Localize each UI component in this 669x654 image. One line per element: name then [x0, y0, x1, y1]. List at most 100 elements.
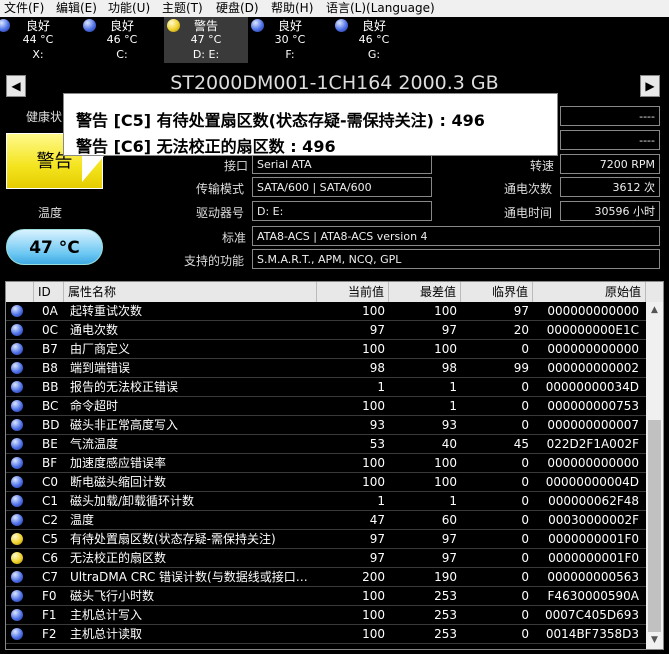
attr-id: C5 — [42, 532, 59, 546]
attr-id: C6 — [42, 551, 59, 565]
table-row[interactable]: C5 有待处置扇区数(状态存疑-需保持关注) 97 97 0 0000000001F0 — [6, 530, 646, 549]
table-row[interactable]: B7 由厂商定义 100 100 0 000000000000 — [6, 340, 646, 359]
attr-current: 97 — [369, 532, 385, 546]
menu-theme[interactable]: 主题(T) — [162, 1, 203, 15]
table-row[interactable]: F1 主机总计写入 100 253 0 0007C405D693 — [6, 606, 646, 625]
menu-file[interactable]: 文件(F) — [4, 1, 44, 15]
scroll-down-icon[interactable]: ▼ — [646, 632, 663, 649]
attr-threshold: 45 — [513, 437, 529, 451]
table-row[interactable]: BC 命令超时 100 1 0 000000000753 — [6, 397, 646, 416]
smart-table: ID 属性名称 当前值 最差值 临界值 原始值 0A 起转重试次数 100 100 97… — [5, 281, 664, 650]
features-value: S.M.A.R.T., APM, NCQ, GPL — [252, 249, 660, 269]
status-dot-icon — [11, 609, 23, 621]
attr-worst: 1 — [449, 494, 457, 508]
drive-tab-c[interactable]: 良好 46 °C C: — [80, 17, 164, 63]
attr-current: 93 — [369, 418, 385, 432]
attr-current: 100 — [362, 608, 385, 622]
status-dot-icon — [11, 343, 23, 355]
attr-current: 100 — [362, 589, 385, 603]
drive-tab-f[interactable]: 良好 30 °C F: — [248, 17, 332, 63]
drive-status: 良好 — [109, 19, 134, 33]
attr-threshold: 0 — [521, 570, 529, 584]
attr-raw: 0000000001F0 — [548, 551, 639, 565]
attr-raw: 000000000563 — [547, 570, 639, 584]
scroll-thumb[interactable] — [648, 420, 661, 632]
header-current[interactable]: 当前值 — [317, 282, 389, 302]
features-label: 支持的功能 — [184, 254, 245, 268]
header-status[interactable] — [6, 282, 34, 302]
attr-threshold: 0 — [521, 608, 529, 622]
table-row[interactable]: C0 断电磁头缩回计数 100 100 0 00000000004D — [6, 473, 646, 492]
drive-temp: 30 °C — [274, 33, 306, 46]
drive-tab-d[interactable]: 警告 47 °C D: E: — [164, 17, 248, 63]
attr-current: 53 — [369, 437, 385, 451]
table-row[interactable]: 0C 通电次数 97 97 20 000000000E1C — [6, 321, 646, 340]
drive-letter: F: — [285, 48, 295, 61]
menu-disk[interactable]: 硬盘(D) — [216, 1, 259, 15]
scroll-up-icon[interactable]: ▲ — [646, 302, 663, 319]
table-row[interactable]: BD 磁头非正常高度写入 93 93 0 000000000007 — [6, 416, 646, 435]
next-disk-button[interactable]: ▶ — [640, 75, 660, 97]
table-row[interactable]: F0 磁头飞行小时数 100 253 0 F4630000590A — [6, 587, 646, 606]
table-row[interactable]: BF 加速度感应错误率 100 100 0 000000000000 — [6, 454, 646, 473]
drive-tab-x[interactable]: 良好 44 °C X: — [0, 17, 76, 63]
tooltip-line-2: 警告 [C6] 无法校正的扇区数 : 496 — [76, 137, 336, 156]
attr-name: 磁头加载/卸载循环计数 — [70, 494, 195, 508]
health-label: 健康状 — [26, 110, 63, 124]
attr-raw: F4630000590A — [547, 589, 639, 603]
header-id[interactable]: ID — [34, 282, 64, 302]
attr-threshold: 0 — [521, 456, 529, 470]
header-worst[interactable]: 最差值 — [389, 282, 461, 302]
menu-edit[interactable]: 编辑(E) — [56, 1, 97, 15]
attr-name: 温度 — [70, 513, 95, 527]
table-header: ID 属性名称 当前值 最差值 临界值 原始值 — [6, 282, 663, 302]
table-row[interactable]: C1 磁头加载/卸载循环计数 1 1 0 000000062F48 — [6, 492, 646, 511]
attr-current: 100 — [362, 342, 385, 356]
tooltip-line-1: 警告 [C5] 有待处置扇区数(状态存疑-需保持关注) : 496 — [76, 111, 485, 130]
table-row[interactable]: C2 温度 47 60 0 00030000002F — [6, 511, 646, 530]
attr-threshold: 0 — [521, 532, 529, 546]
table-row[interactable]: F2 主机总计读取 100 253 0 0014BF7358D3 — [6, 625, 646, 644]
attr-id: C0 — [42, 475, 59, 489]
attr-raw: 000000000002 — [547, 361, 639, 375]
menu-function[interactable]: 功能(U) — [108, 1, 150, 15]
attr-raw: 00000000004D — [545, 475, 639, 489]
status-dot-icon — [11, 305, 23, 317]
attr-name: 加速度感应错误率 — [70, 456, 167, 470]
attr-worst: 100 — [434, 304, 457, 318]
status-dot-icon — [11, 628, 23, 640]
attr-current: 100 — [362, 627, 385, 641]
status-dot-icon — [11, 324, 23, 336]
attr-threshold: 99 — [513, 361, 529, 375]
menu-language[interactable]: 语言(L)(Language) — [326, 1, 435, 15]
attr-current: 100 — [362, 475, 385, 489]
attr-threshold: 20 — [513, 323, 529, 337]
table-row[interactable]: BE 气流温度 53 40 45 022D2F1A002F — [6, 435, 646, 454]
attr-name: 无法校正的扇区数 — [70, 551, 167, 565]
status-dot-icon — [11, 476, 23, 488]
header-name[interactable]: 属性名称 — [64, 282, 317, 302]
table-row[interactable]: C7 UltraDMA CRC 错误计数(与数据线或接口… 200 190 0 00000… — [6, 568, 646, 587]
table-row[interactable]: B8 端到端错误 98 98 99 000000000002 — [6, 359, 646, 378]
attr-raw: 0014BF7358D3 — [545, 627, 639, 641]
attr-name: 命令超时 — [70, 399, 119, 413]
table-row[interactable]: BB 报告的无法校正错误 1 1 0 00000000034D — [6, 378, 646, 397]
attr-name: UltraDMA CRC 错误计数(与数据线或接口… — [70, 570, 308, 584]
attr-threshold: 0 — [521, 342, 529, 356]
drive-temp: 44 °C — [22, 33, 54, 46]
table-row[interactable]: C6 无法校正的扇区数 97 97 0 0000000001F0 — [6, 549, 646, 568]
attr-raw: 022D2F1A002F — [546, 437, 639, 451]
menu-bar: 文件(F) 编辑(E) 功能(U) 主题(T) 硬盘(D) 帮助(H) 语言(L… — [0, 0, 669, 17]
vertical-scrollbar[interactable]: ▲ ▼ — [646, 302, 663, 649]
drive-tab-g[interactable]: 良好 46 °C G: — [332, 17, 416, 63]
attr-worst: 93 — [441, 418, 457, 432]
attr-worst: 97 — [441, 532, 457, 546]
standard-label: 标准 — [222, 231, 247, 245]
header-threshold[interactable]: 临界值 — [461, 282, 533, 302]
drive-temp: 47 °C — [190, 33, 222, 46]
standard-value: ATA8-ACS | ATA8-ACS version 4 — [252, 226, 660, 246]
menu-help[interactable]: 帮助(H) — [271, 1, 313, 15]
table-row[interactable]: 0A 起转重试次数 100 100 97 000000000000 — [6, 302, 646, 321]
header-raw[interactable]: 原始值 — [533, 282, 646, 302]
rpm-value: 7200 RPM — [560, 154, 660, 174]
